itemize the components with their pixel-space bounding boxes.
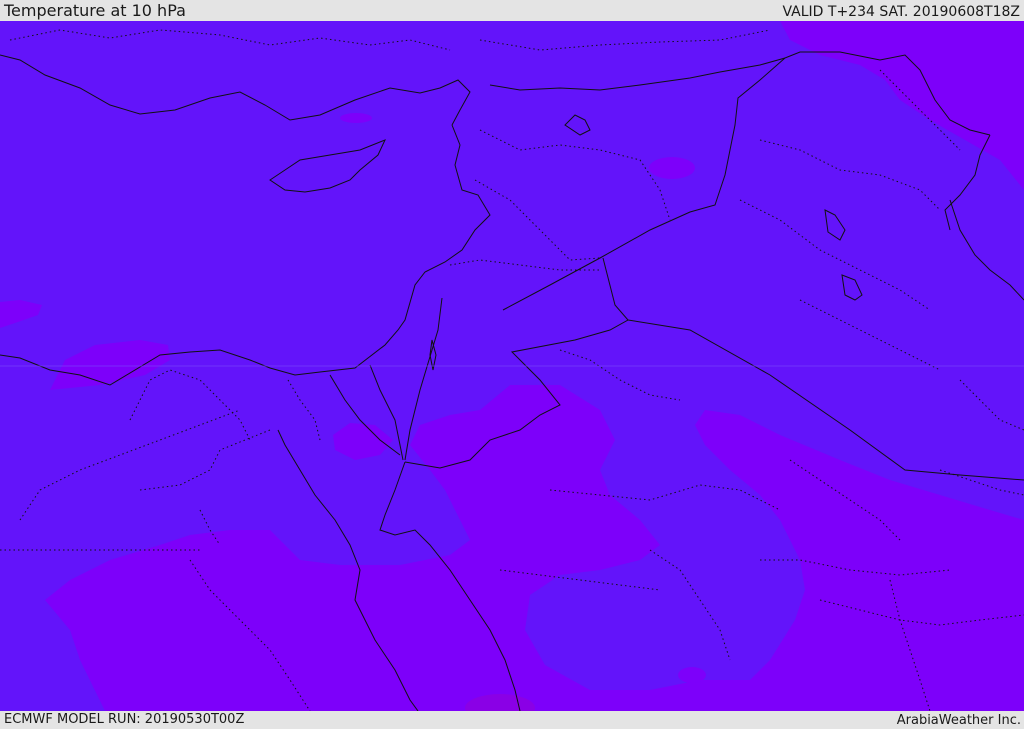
footer-bar: ECMWF MODEL RUN: 20190530T00Z ArabiaWeat… — [0, 711, 1024, 729]
valid-time-label: VALID T+234 SAT. 20190608T18Z — [782, 4, 1020, 20]
credit-label: ArabiaWeather Inc. — [896, 713, 1021, 728]
warm-patch-syria — [649, 157, 695, 179]
header-bar: Temperature at 10 hPa VALID T+234 SAT. 2… — [0, 0, 1024, 21]
warm-patch-arabia — [678, 667, 706, 683]
warm-patch-cyprus-east — [340, 113, 372, 123]
model-run-label: ECMWF MODEL RUN: 20190530T00Z — [4, 712, 245, 727]
map-title: Temperature at 10 hPa — [4, 1, 186, 20]
map-panel[interactable] — [0, 21, 1024, 711]
map-canvas — [0, 21, 1024, 711]
